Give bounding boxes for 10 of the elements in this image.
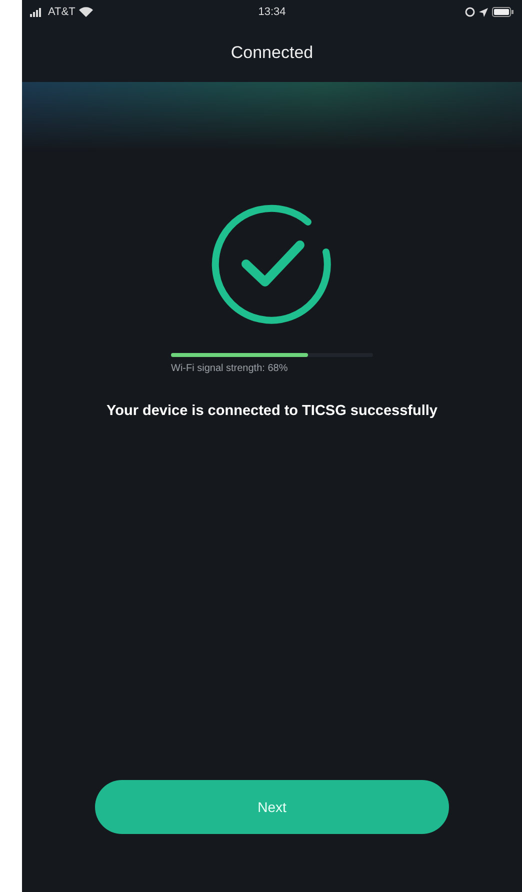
screen-title: Connected — [230, 43, 314, 63]
signal-icon — [30, 8, 44, 16]
clock-time: 13:34 — [258, 6, 286, 18]
success-message: Your device is connected to TICSG successfully — [106, 402, 438, 421]
location-arrow-icon — [479, 8, 488, 16]
next-button[interactable]: Next — [95, 780, 449, 834]
battery-icon — [492, 7, 514, 17]
carrier-name: AT&T — [48, 6, 76, 18]
wifi-icon — [79, 7, 94, 17]
signal-strength-label: Wi-Fi signal strength: 68% — [171, 363, 289, 374]
